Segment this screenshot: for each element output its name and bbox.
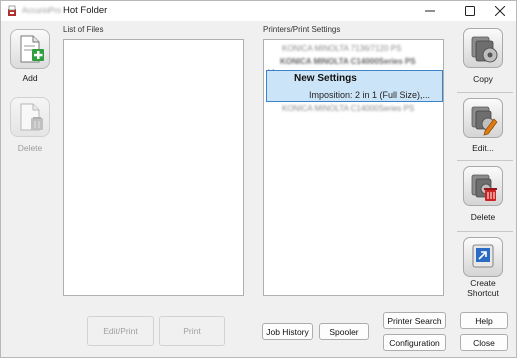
- add-document-icon: [20, 35, 44, 63]
- configuration-button[interactable]: Configuration: [383, 334, 446, 351]
- delete-setting-button[interactable]: [463, 166, 503, 206]
- printer-tree[interactable]: KONICA MINOLTA 7136/7120 PS ⌵ KONICA MIN…: [263, 39, 444, 296]
- edit-printer-icon: [471, 106, 498, 136]
- printer-row[interactable]: KONICA MINOLTA C14000Series PS: [282, 104, 414, 116]
- create-shortcut-label: Create Shortcut: [453, 278, 513, 298]
- close-button[interactable]: Close: [460, 334, 508, 351]
- delete-label: Delete: [17, 143, 43, 153]
- hot-folder-window: AccurioPro Hot Folder Add Delete List of…: [0, 0, 517, 358]
- delete-printer-icon: [471, 174, 497, 201]
- delete-button[interactable]: [10, 97, 50, 137]
- file-list[interactable]: [63, 39, 244, 296]
- delete-document-icon: [20, 103, 43, 131]
- app-logo-icon: [8, 5, 16, 16]
- app-name: AccurioPro: [22, 6, 62, 15]
- maximize-icon: [465, 6, 475, 16]
- create-shortcut-label-line1: Create: [470, 278, 496, 288]
- selected-print-setting[interactable]: New Settings Imposition: 2 in 1 (Full Si…: [266, 70, 443, 102]
- divider: [457, 231, 513, 232]
- close-window-button[interactable]: [483, 1, 517, 21]
- printer-row[interactable]: KONICA MINOLTA 7136/7120 PS: [282, 44, 401, 56]
- job-history-button[interactable]: Job History: [262, 323, 313, 340]
- divider: [457, 92, 513, 93]
- copy-printer-icon: [471, 36, 498, 63]
- printer-row[interactable]: KONICA MINOLTA C14000Series PS: [280, 57, 416, 69]
- add-label: Add: [22, 73, 38, 83]
- printers-settings-label: Printers/Print Settings: [263, 25, 341, 34]
- edit-button[interactable]: [463, 98, 503, 138]
- window-title: Hot Folder: [63, 5, 108, 16]
- create-shortcut-button[interactable]: [463, 237, 503, 277]
- create-shortcut-icon: [472, 244, 494, 268]
- minimize-icon: [425, 10, 435, 12]
- maximize-button[interactable]: [453, 1, 487, 21]
- help-button[interactable]: Help: [460, 312, 508, 329]
- close-icon: [495, 6, 505, 16]
- minimize-button[interactable]: [413, 1, 447, 21]
- spooler-button[interactable]: Spooler: [319, 323, 369, 340]
- setting-name: New Settings: [294, 73, 357, 84]
- title-bar: AccurioPro Hot Folder: [1, 1, 516, 21]
- divider: [457, 160, 513, 161]
- create-shortcut-label-line2: Shortcut: [467, 288, 499, 298]
- copy-button[interactable]: [463, 28, 503, 68]
- delete-setting-label: Delete: [470, 212, 496, 222]
- edit-label: Edit...: [472, 143, 494, 153]
- list-of-files-label: List of Files: [63, 25, 104, 34]
- printer-search-button[interactable]: Printer Search: [383, 312, 446, 329]
- copy-label: Copy: [473, 74, 493, 84]
- edit-print-button[interactable]: Edit/Print: [87, 316, 154, 346]
- print-button[interactable]: Print: [159, 316, 225, 346]
- add-button[interactable]: [10, 29, 50, 69]
- setting-detail: Imposition: 2 in 1 (Full Size),...: [309, 90, 431, 100]
